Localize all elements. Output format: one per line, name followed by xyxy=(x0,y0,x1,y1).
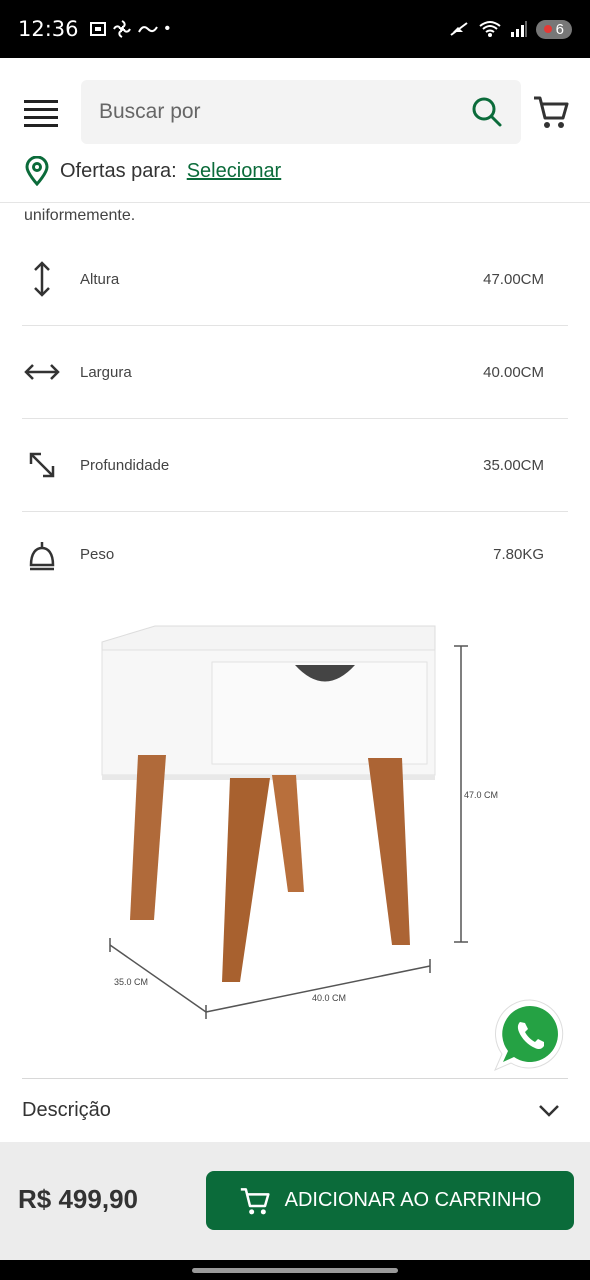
add-to-cart-label: ADICIONAR AO CARRINHO xyxy=(284,1189,542,1211)
offers-label: Ofertas para: xyxy=(60,159,177,182)
spec-value: 40.00CM xyxy=(483,363,544,381)
signal-icon xyxy=(510,21,527,37)
home-gesture-handle[interactable] xyxy=(192,1268,398,1273)
search-placeholder: Buscar por xyxy=(99,100,201,123)
height-dimension-label: 47.0 CM xyxy=(464,790,498,800)
status-bar: 12:36 • 6 xyxy=(0,0,590,58)
height-arrow-icon xyxy=(24,261,60,297)
spec-value: 35.00CM xyxy=(483,456,544,474)
cart-icon xyxy=(534,96,569,128)
spec-row-height: Altura 47.00CM xyxy=(22,233,568,326)
search-input[interactable]: Buscar por xyxy=(81,80,521,144)
select-location-link[interactable]: Selecionar xyxy=(187,160,282,183)
app-notification-icon xyxy=(137,26,158,33)
menu-icon[interactable] xyxy=(24,100,58,127)
fan-icon xyxy=(112,20,131,38)
screenshot-icon xyxy=(89,22,106,36)
header: Buscar por Ofertas para: Selecionar xyxy=(0,58,590,203)
spec-label: Peso xyxy=(80,546,115,563)
status-right: 6 xyxy=(448,19,572,39)
spec-row-weight: Peso 7.80KG xyxy=(22,508,568,601)
depth-dimension-label: 35.0 CM xyxy=(114,977,148,987)
wifi-icon xyxy=(479,21,501,37)
spec-value: 7.80KG xyxy=(493,546,544,563)
purchase-bar: R$ 499,90 ADICIONAR AO CARRINHO xyxy=(0,1142,590,1260)
search-icon[interactable] xyxy=(471,96,503,128)
product-dimensions-image: 47.0 CM 35.0 CM 40.0 CM xyxy=(100,620,510,1030)
width-arrow-icon xyxy=(24,354,60,390)
add-to-cart-button[interactable]: ADICIONAR AO CARRINHO xyxy=(206,1171,574,1230)
spec-row-width: Largura 40.00CM xyxy=(22,326,568,419)
depth-arrow-icon xyxy=(24,447,60,483)
location-pin-icon xyxy=(25,156,49,186)
whatsapp-button[interactable] xyxy=(491,996,569,1074)
whatsapp-icon xyxy=(494,999,564,1071)
offers-location: Ofertas para: Selecionar xyxy=(24,156,281,186)
spec-row-depth: Profundidade 35.00CM xyxy=(22,419,568,512)
spec-label: Profundidade xyxy=(80,456,170,474)
chevron-down-icon xyxy=(539,1104,559,1117)
product-price: R$ 499,90 xyxy=(18,1184,138,1214)
spec-label: Altura xyxy=(80,270,120,288)
width-dimension-label: 40.0 CM xyxy=(312,993,346,1003)
cart-button[interactable] xyxy=(532,94,570,130)
notification-icons: • xyxy=(89,20,171,38)
status-time: 12:36 xyxy=(18,17,79,41)
description-accordion[interactable]: Descrição xyxy=(22,1078,568,1142)
battery-icon: 6 xyxy=(535,19,572,39)
weight-icon xyxy=(24,537,60,573)
mute-icon xyxy=(450,22,468,36)
more-notifications-dot-icon: • xyxy=(164,20,171,37)
system-navigation-bar xyxy=(0,1260,590,1280)
spec-label: Largura xyxy=(80,363,132,381)
cart-icon xyxy=(240,1187,270,1214)
description-label: Descrição xyxy=(22,1099,111,1121)
battery-level: 6 xyxy=(555,20,564,38)
description-fragment: uniformemente. xyxy=(24,207,136,224)
spec-value: 47.00CM xyxy=(483,270,544,288)
